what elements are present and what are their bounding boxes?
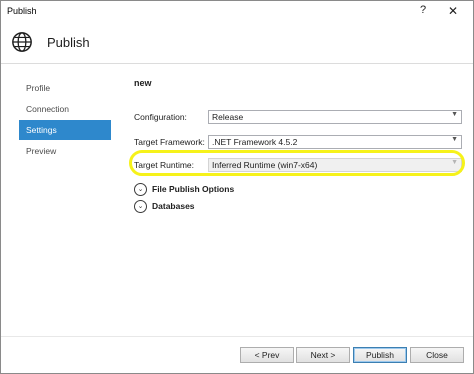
chevron-down-icon: ▼ xyxy=(451,111,458,118)
scrollbar[interactable] xyxy=(467,64,472,336)
nav-item-settings[interactable]: Settings xyxy=(19,120,111,140)
target-runtime-label: Target Runtime: xyxy=(134,160,194,170)
next-button[interactable]: Next > xyxy=(296,347,350,363)
chevron-down-icon: ▼ xyxy=(451,159,458,166)
close-window-button[interactable]: ✕ xyxy=(439,2,467,20)
title-bar: Publish ? ✕ xyxy=(1,1,473,21)
target-runtime-select[interactable]: Inferred Runtime (win7-x64) ▼ xyxy=(208,158,462,172)
prev-button[interactable]: < Prev xyxy=(240,347,294,363)
configuration-value: Release xyxy=(212,112,244,122)
publish-button[interactable]: Publish xyxy=(353,347,407,363)
chevron-down-icon: ⌄ xyxy=(134,183,147,196)
file-publish-options-expander[interactable]: ⌄ File Publish Options xyxy=(134,183,334,197)
close-button[interactable]: Close xyxy=(410,347,464,363)
help-button[interactable]: ? xyxy=(415,4,431,18)
window-title: Publish xyxy=(7,6,37,16)
nav-item-connection[interactable]: Connection xyxy=(19,99,111,119)
publish-dialog: Publish ? ✕ Publish Profile Connection S… xyxy=(0,0,474,374)
footer-divider xyxy=(1,336,473,337)
wizard-nav: Profile Connection Settings Preview xyxy=(19,78,111,162)
target-framework-row: Target Framework: .NET Framework 4.5.2 ▼ xyxy=(134,135,464,149)
dialog-header: Publish xyxy=(1,21,473,63)
dialog-title: Publish xyxy=(47,35,90,50)
nav-item-profile[interactable]: Profile xyxy=(19,78,111,98)
configuration-select[interactable]: Release ▼ xyxy=(208,110,462,124)
databases-expander[interactable]: ⌄ Databases xyxy=(134,200,334,214)
target-framework-value: .NET Framework 4.5.2 xyxy=(212,137,298,147)
target-framework-select[interactable]: .NET Framework 4.5.2 ▼ xyxy=(208,135,462,149)
configuration-row: Configuration: Release ▼ xyxy=(134,110,464,124)
target-runtime-value: Inferred Runtime (win7-x64) xyxy=(212,160,318,170)
target-runtime-row: Target Runtime: Inferred Runtime (win7-x… xyxy=(134,158,464,172)
globe-icon xyxy=(12,32,32,52)
target-framework-label: Target Framework: xyxy=(134,137,205,147)
file-publish-options-label: File Publish Options xyxy=(152,184,235,194)
databases-label: Databases xyxy=(152,201,195,211)
configuration-label: Configuration: xyxy=(134,112,187,122)
profile-name: new xyxy=(134,78,152,88)
nav-item-preview[interactable]: Preview xyxy=(19,141,111,161)
chevron-down-icon: ⌄ xyxy=(134,200,147,213)
settings-panel: new Configuration: Release ▼ Target Fram… xyxy=(134,78,464,172)
chevron-down-icon: ▼ xyxy=(451,136,458,143)
